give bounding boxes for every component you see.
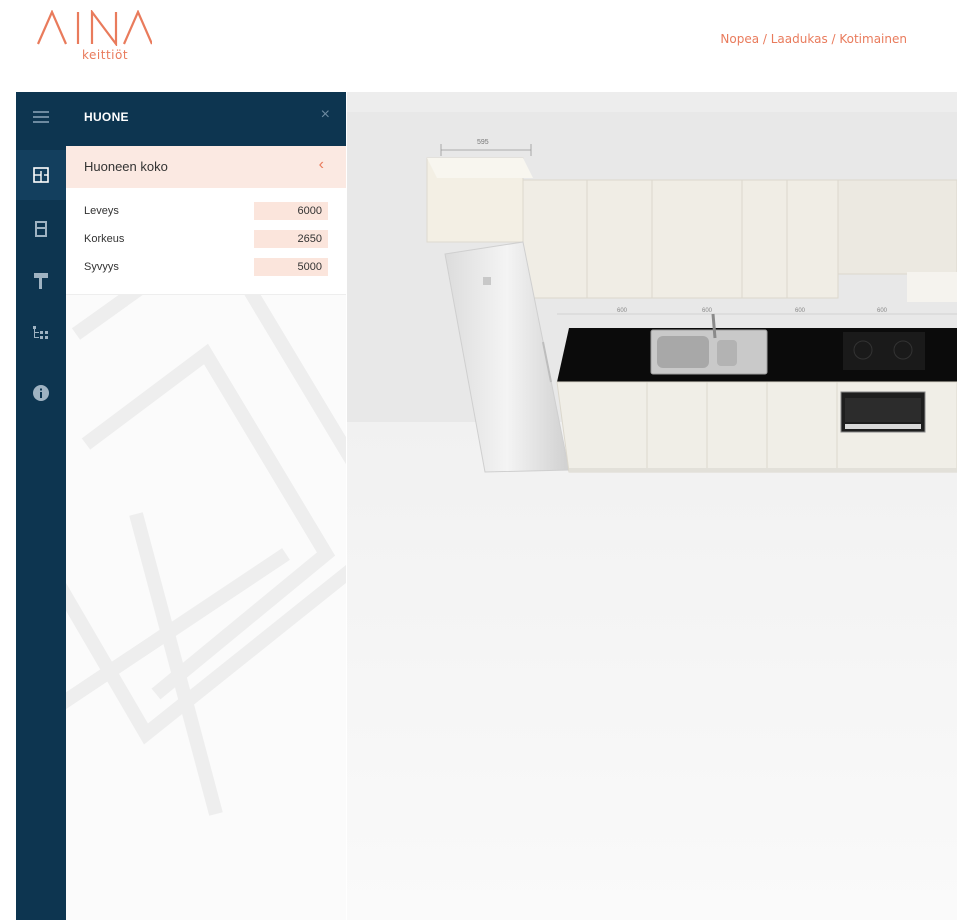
room-tool-button[interactable] xyxy=(16,150,66,200)
section-title: Huoneen koko xyxy=(84,159,168,174)
close-icon[interactable]: × xyxy=(321,106,330,124)
kitchen-render: 595 600 600 600 600 xyxy=(347,92,957,920)
room-size-section-header[interactable]: Huoneen koko ‹ xyxy=(66,146,346,188)
dimension-label: 600 xyxy=(702,308,713,314)
dimension-label: 595 xyxy=(477,139,489,146)
panel-title: HUONE xyxy=(84,110,129,124)
height-row: Korkeus xyxy=(66,230,346,252)
logo-subtitle: keittiöt xyxy=(82,48,129,62)
hierarchy-icon xyxy=(33,326,48,339)
height-input[interactable] xyxy=(254,230,328,248)
structure-tool-button[interactable] xyxy=(16,308,66,358)
dimension-label: 600 xyxy=(617,308,628,314)
logo[interactable]: keittiöt xyxy=(36,10,156,66)
menu-icon xyxy=(33,111,49,123)
depth-input[interactable] xyxy=(254,258,328,276)
depth-row: Syvyys xyxy=(66,258,346,280)
info-button[interactable] xyxy=(16,368,66,418)
width-input[interactable] xyxy=(254,202,328,220)
cabinets-tool-button[interactable] xyxy=(16,204,66,254)
depth-label: Syvyys xyxy=(84,261,119,273)
floorplan-icon xyxy=(33,167,49,183)
menu-button[interactable] xyxy=(16,92,66,142)
chevron-left-icon[interactable]: ‹ xyxy=(319,156,324,174)
room-size-fields: Leveys Korkeus Syvyys xyxy=(66,188,346,295)
width-row: Leveys xyxy=(66,202,346,224)
panel-background-graphic xyxy=(66,294,346,816)
dimension-label: 600 xyxy=(795,308,806,314)
room-panel: HUONE × Huoneen koko ‹ Leveys Korkeus Sy… xyxy=(66,92,346,920)
info-icon xyxy=(33,385,49,401)
kitchen-3d-view[interactable]: 595 600 600 600 600 xyxy=(347,92,957,920)
height-label: Korkeus xyxy=(84,233,125,245)
header: keittiöt Nopea / Laadukas / Kotimainen xyxy=(0,0,957,92)
panel-header: HUONE × xyxy=(66,92,346,146)
materials-tool-button[interactable] xyxy=(16,256,66,306)
aina-logo-wordmark xyxy=(36,10,152,46)
width-label: Leveys xyxy=(84,205,119,217)
tagline: Nopea / Laadukas / Kotimainen xyxy=(720,32,907,46)
cabinet-icon xyxy=(35,221,47,237)
dimension-label: 600 xyxy=(877,308,888,314)
tool-rail xyxy=(16,92,66,920)
paint-roller-icon xyxy=(34,273,48,289)
